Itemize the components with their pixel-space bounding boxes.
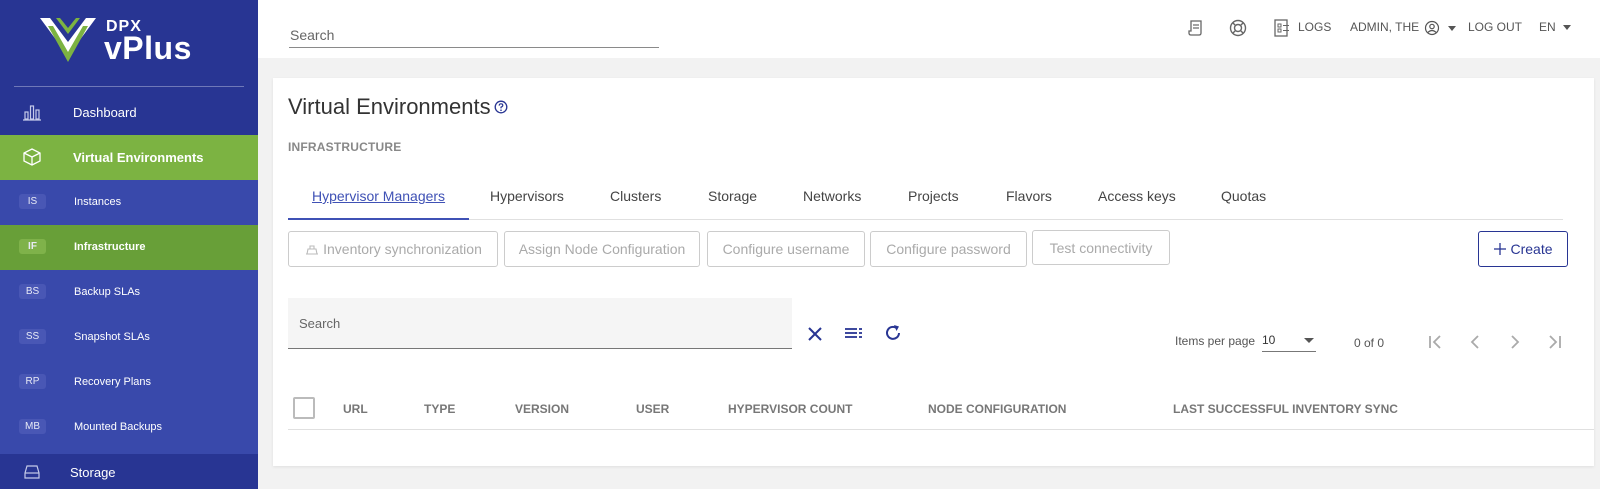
language-selector[interactable]: EN [1539, 20, 1572, 34]
column-header-user[interactable]: USER [636, 402, 669, 416]
column-header-hypervisor-count[interactable]: HYPERVISOR COUNT [728, 402, 852, 416]
sidebar-divider [14, 86, 244, 87]
column-header-type[interactable]: TYPE [424, 402, 455, 416]
sidebar-item-infrastructure[interactable]: IF Infrastructure [0, 225, 258, 270]
inventory-sync-label: Inventory synchronization [323, 241, 482, 257]
user-circle-icon [1425, 20, 1440, 36]
sidebar-item-label: Mounted Backups [74, 421, 163, 433]
sidebar-item-label: Snapshot SLAs [74, 331, 150, 343]
column-header-node-configuration[interactable]: NODE CONFIGURATION [928, 402, 1066, 416]
tab-clusters[interactable]: Clusters [610, 188, 661, 204]
language-value: EN [1539, 20, 1556, 34]
create-label: Create [1510, 241, 1553, 257]
dropdown-arrow-icon [1304, 338, 1314, 343]
items-per-page-value: 10 [1262, 333, 1276, 347]
tab-storage[interactable]: Storage [708, 188, 757, 204]
inventory-sync-button[interactable]: Inventory synchronization [288, 231, 498, 267]
last-page-icon[interactable] [1545, 332, 1565, 352]
top-bar: Search LOGS ADMIN, THE LOG OUT EN [258, 0, 1600, 58]
section-label: INFRASTRUCTURE [288, 140, 402, 154]
items-per-page-select[interactable]: 10 [1262, 330, 1316, 352]
tab-hypervisor-managers[interactable]: Hypervisor Managers [312, 188, 445, 204]
test-connectivity-button[interactable]: Test connectivity [1032, 230, 1170, 265]
sidebar-item-dashboard[interactable]: Dashboard [0, 90, 258, 135]
sidebar-item-snapshot-slas[interactable]: SS Snapshot SLAs [0, 315, 258, 360]
sidebar-item-label: Infrastructure [74, 241, 146, 253]
clear-search-icon[interactable] [805, 324, 825, 344]
refresh-icon[interactable] [883, 323, 903, 343]
sidebar-item-label: Virtual Environments [73, 150, 204, 165]
pagination-range: 0 of 0 [1354, 336, 1385, 350]
table-header: URL TYPE VERSION USER HYPERVISOR COUNT N… [288, 388, 1594, 430]
tab-projects[interactable]: Projects [908, 188, 959, 204]
configure-password-button[interactable]: Configure password [870, 231, 1027, 267]
support-lifebuoy-icon[interactable] [1228, 18, 1248, 38]
first-page-icon[interactable] [1425, 332, 1445, 352]
bar-chart-icon [23, 105, 41, 121]
items-per-page-label: Items per page [1175, 334, 1256, 348]
sidebar-item-virtual-environments[interactable]: Virtual Environments [0, 135, 258, 180]
sidebar-item-label: Instances [74, 196, 122, 208]
table-search-input[interactable]: Search [288, 298, 792, 349]
logs-icon[interactable] [1272, 18, 1292, 38]
sidebar-item-badge: IS [19, 194, 46, 209]
logs-link[interactable]: LOGS [1298, 20, 1331, 34]
sidebar-item-recovery-plans[interactable]: RP Recovery Plans [0, 360, 258, 405]
tab-bar: Hypervisor Managers Hypervisors Clusters… [288, 176, 1563, 220]
tab-quotas[interactable]: Quotas [1221, 188, 1266, 204]
configure-username-button[interactable]: Configure username [707, 231, 865, 267]
create-button[interactable]: Create [1478, 231, 1568, 267]
sidebar-item-instances[interactable]: IS Instances [0, 180, 258, 225]
sidebar-item-label: Storage [70, 465, 116, 480]
dpx-vplus-logo[interactable]: DPX vPlus [38, 16, 228, 66]
sidebar-item-label: Recovery Plans [74, 376, 152, 388]
previous-page-icon[interactable] [1465, 332, 1485, 352]
sidebar-item-label: Dashboard [73, 105, 137, 120]
assign-node-configuration-button[interactable]: Assign Node Configuration [504, 231, 700, 267]
user-name: ADMIN, THE [1350, 20, 1420, 35]
chevron-down-icon [1447, 25, 1456, 31]
tab-networks[interactable]: Networks [803, 188, 861, 204]
release-notes-icon[interactable] [1186, 18, 1206, 38]
column-header-url[interactable]: URL [343, 402, 368, 416]
sidebar-item-badge: SS [19, 329, 46, 344]
main-card: Virtual Environments INFRASTRUCTURE Hype… [273, 78, 1594, 466]
sidebar: DPX vPlus Dashboard Virtual Environments… [0, 0, 258, 489]
active-tab-indicator [288, 218, 469, 220]
global-search-input[interactable]: Search [289, 20, 659, 48]
sidebar-item-label: Backup SLAs [74, 286, 141, 298]
tab-flavors[interactable]: Flavors [1006, 188, 1052, 204]
tab-hypervisors[interactable]: Hypervisors [490, 188, 564, 204]
sidebar-item-backup-slas[interactable]: BS Backup SLAs [0, 270, 258, 315]
chevron-down-icon [1563, 25, 1572, 31]
cube-icon [23, 148, 41, 166]
column-filter-icon[interactable] [843, 324, 863, 344]
column-header-last-inventory-sync[interactable]: LAST SUCCESSFUL INVENTORY SYNC [1173, 402, 1398, 416]
user-menu[interactable]: ADMIN, THE [1350, 20, 1456, 36]
next-page-icon[interactable] [1505, 332, 1525, 352]
sidebar-item-badge: BS [19, 284, 46, 299]
hard-drive-icon [24, 465, 40, 479]
select-all-checkbox[interactable] [293, 397, 315, 419]
column-header-version[interactable]: VERSION [515, 402, 569, 416]
sidebar-item-badge: RP [19, 374, 46, 389]
page-title: Virtual Environments [288, 94, 491, 119]
sidebar-item-mounted-backups[interactable]: MB Mounted Backups [0, 405, 258, 450]
plus-icon [1494, 243, 1507, 255]
sidebar-item-badge: IF [19, 239, 46, 254]
sidebar-item-badge: MB [19, 419, 46, 434]
inventory-sync-icon [306, 245, 319, 255]
logo-vplus-text: vPlus [104, 30, 192, 66]
logo-chevron-icon [40, 18, 96, 62]
sidebar-subnav: IS Instances IF Infrastructure BS Backup… [0, 180, 258, 454]
logout-link[interactable]: LOG OUT [1468, 20, 1522, 34]
sidebar-item-storage[interactable]: Storage [0, 456, 258, 489]
help-icon[interactable] [494, 100, 508, 114]
tab-access-keys[interactable]: Access keys [1098, 188, 1176, 204]
